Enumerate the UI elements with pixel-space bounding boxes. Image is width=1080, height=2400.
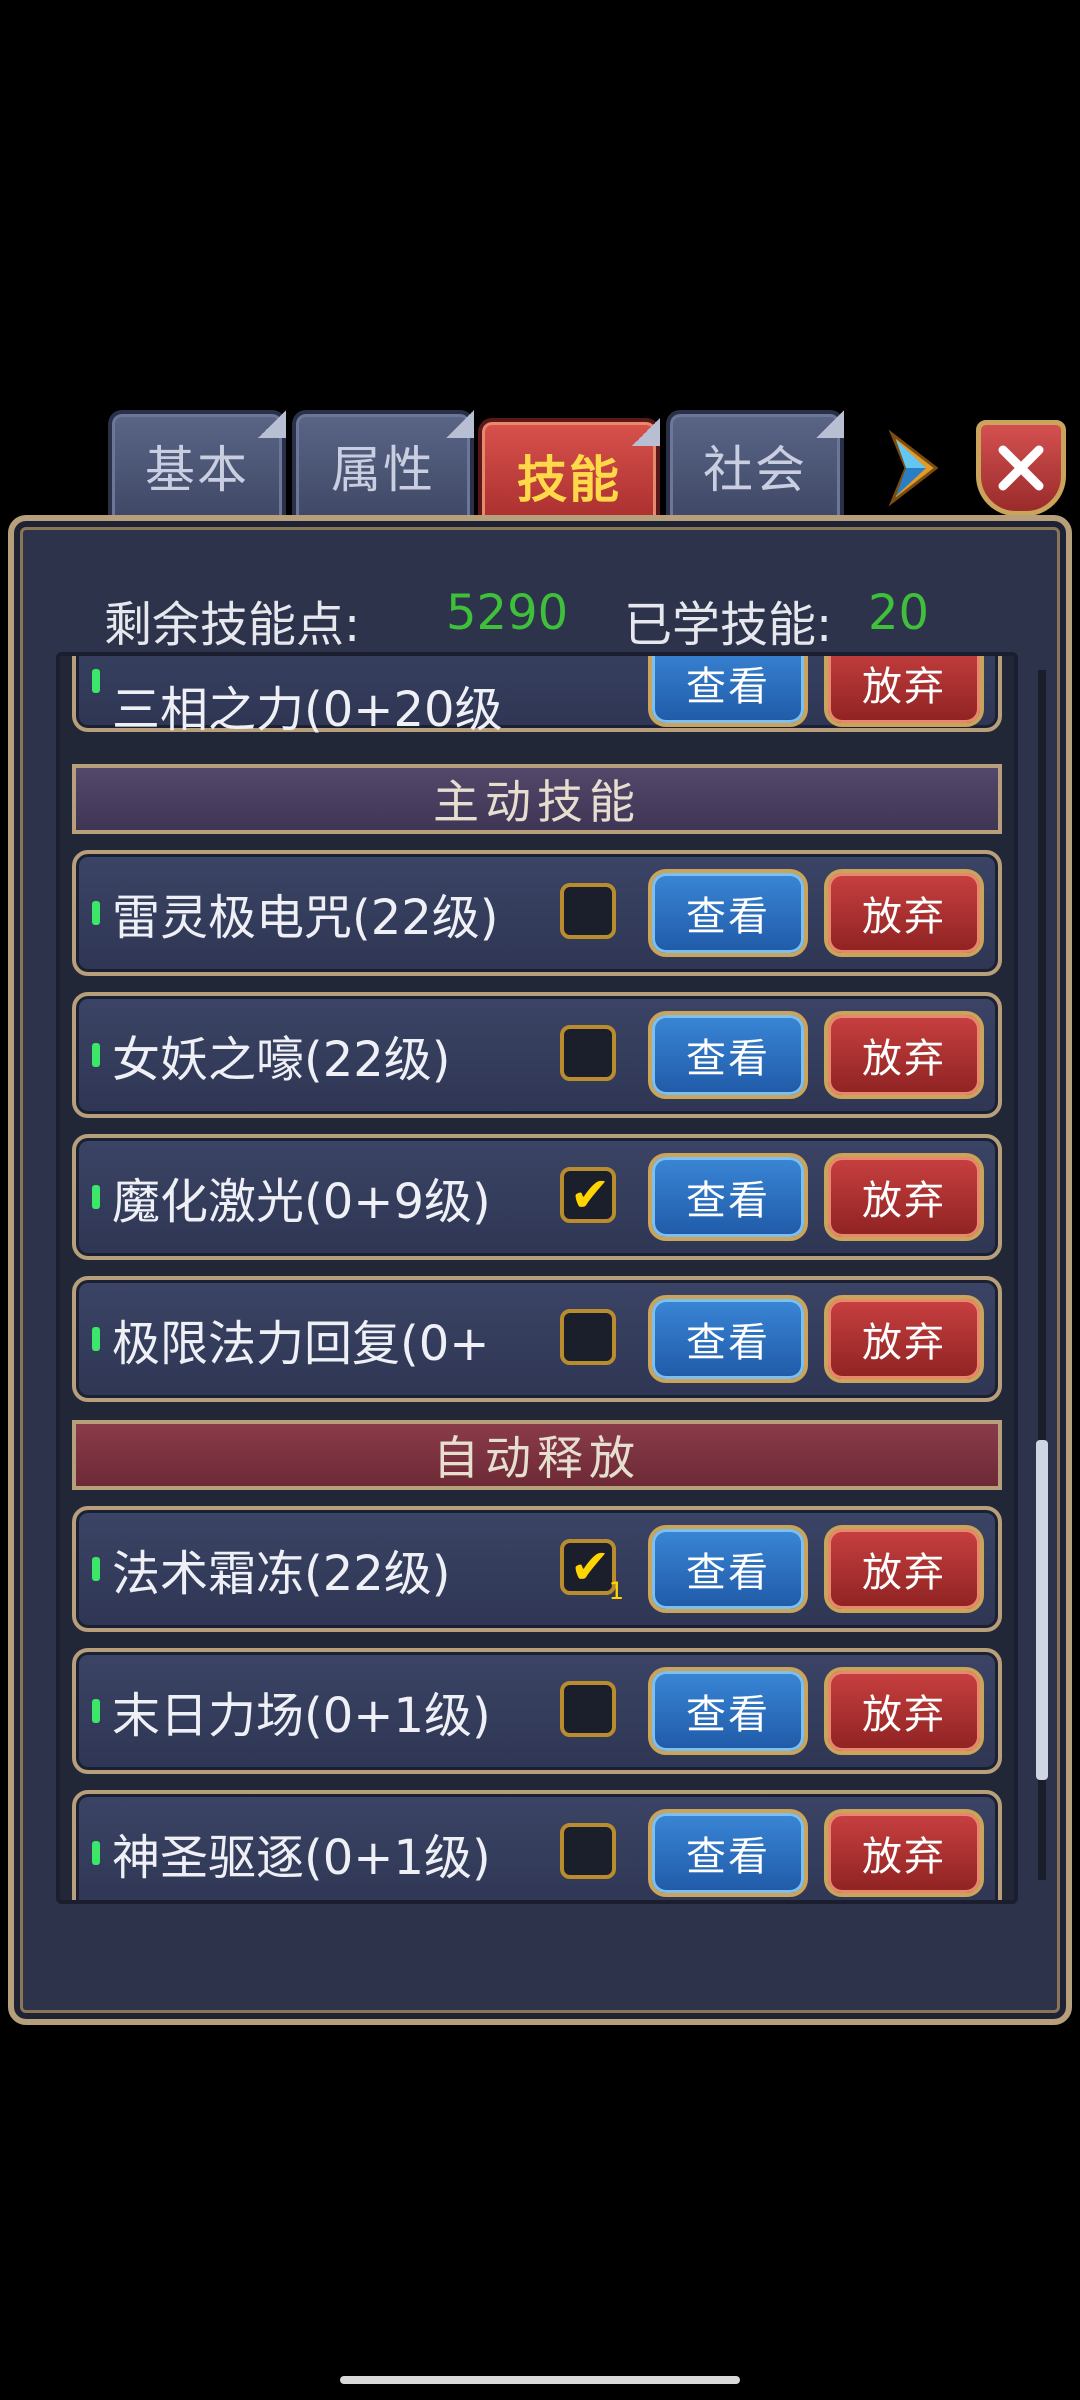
skill-name: 三相之力(0+20级	[112, 682, 503, 738]
view-button-label: 查看	[686, 894, 770, 940]
drop-button-label: 放弃	[862, 1320, 946, 1366]
drop-button[interactable]: 放弃	[824, 656, 984, 727]
status-dot	[92, 1557, 100, 1581]
drop-button-label: 放弃	[862, 664, 946, 710]
tab-attributes-label: 属性	[331, 441, 435, 499]
tab-social-label: 社会	[703, 441, 807, 499]
view-button-label: 查看	[686, 664, 770, 710]
view-button-label: 查看	[686, 1834, 770, 1880]
remaining-points-value: 5290	[446, 585, 569, 641]
drop-button-label: 放弃	[862, 1834, 946, 1880]
tab-corner	[258, 410, 286, 438]
skill-row: 魔化激光(0+9级) ✔ 查看 放弃	[72, 1134, 1002, 1260]
skill-row: 末日力场(0+1级) 查看 放弃	[72, 1648, 1002, 1774]
view-button[interactable]: 查看	[648, 1011, 808, 1099]
skill-row: 极限法力回复(0+ 查看 放弃	[72, 1276, 1002, 1402]
view-button-label: 查看	[686, 1550, 770, 1596]
view-button[interactable]: 查看	[648, 869, 808, 957]
tab-basic-label: 基本	[145, 441, 249, 499]
skill-checkbox[interactable]	[560, 1823, 616, 1879]
skill-name: 雷灵极电咒(22级)	[112, 890, 499, 946]
skill-name: 法术霜冻(22级)	[112, 1546, 451, 1602]
drop-button-label: 放弃	[862, 1550, 946, 1596]
section-title: 自动释放	[433, 1431, 641, 1485]
view-button[interactable]: 查看	[648, 656, 808, 727]
section-title: 主动技能	[433, 775, 641, 829]
skill-name: 神圣驱逐(0+1级)	[112, 1830, 491, 1886]
view-button-label: 查看	[686, 1036, 770, 1082]
skill-checkbox[interactable]	[560, 1309, 616, 1365]
tab-skills-label: 技能	[517, 451, 621, 509]
drop-button[interactable]: 放弃	[824, 1667, 984, 1755]
tab-corner	[816, 410, 844, 438]
tab-basic[interactable]: 基本	[108, 410, 286, 522]
drop-button-label: 放弃	[862, 894, 946, 940]
status-dot	[92, 1043, 100, 1067]
section-active-skills: 主动技能	[72, 764, 1002, 834]
view-button[interactable]: 查看	[648, 1667, 808, 1755]
skill-checkbox[interactable]: ✔ 1	[560, 1539, 624, 1605]
status-dot	[92, 901, 100, 925]
skill-row: 法术霜冻(22级) ✔ 1 查看 放弃	[72, 1506, 1002, 1632]
skill-checkbox[interactable]: ✔	[560, 1167, 616, 1223]
close-icon	[998, 445, 1044, 491]
view-button-label: 查看	[686, 1178, 770, 1224]
home-indicator[interactable]	[340, 2376, 740, 2384]
drop-button[interactable]: 放弃	[824, 869, 984, 957]
learned-skills-label: 已学技能:	[624, 597, 833, 653]
skill-name: 末日力场(0+1级)	[112, 1688, 491, 1744]
tab-social[interactable]: 社会	[666, 410, 844, 522]
remaining-points-label: 剩余技能点:	[104, 597, 361, 653]
skill-name: 极限法力回复(0+	[112, 1316, 490, 1372]
tab-attributes[interactable]: 属性	[292, 410, 474, 522]
skill-name: 魔化激光(0+9级)	[112, 1174, 491, 1230]
skill-checkbox[interactable]	[560, 883, 616, 939]
status-dot	[92, 669, 100, 693]
skill-checkbox[interactable]	[560, 1025, 616, 1081]
view-button[interactable]: 查看	[648, 1153, 808, 1241]
learned-skills-value: 20	[868, 585, 930, 641]
view-button-label: 查看	[686, 1692, 770, 1738]
drop-button[interactable]: 放弃	[824, 1809, 984, 1897]
skill-row: 神圣驱逐(0+1级) 查看 放弃	[72, 1790, 1002, 1900]
section-auto-cast: 自动释放	[72, 1420, 1002, 1490]
close-button[interactable]	[976, 420, 1066, 516]
scrollbar-thumb[interactable]	[1036, 1440, 1048, 1780]
drop-button[interactable]: 放弃	[824, 1011, 984, 1099]
drop-button[interactable]: 放弃	[824, 1295, 984, 1383]
drop-button-label: 放弃	[862, 1036, 946, 1082]
status-dot	[92, 1327, 100, 1351]
drop-button[interactable]: 放弃	[824, 1153, 984, 1241]
skill-name: 女妖之嚎(22级)	[112, 1032, 451, 1088]
drop-button-label: 放弃	[862, 1178, 946, 1224]
tab-corner	[632, 418, 660, 446]
diamond-arrow-icon[interactable]	[884, 430, 944, 506]
auto-order-number: 1	[608, 1577, 624, 1605]
skill-row: 三相之力(0+20级 查看 放弃	[72, 656, 1002, 738]
status-dot	[92, 1699, 100, 1723]
drop-button-label: 放弃	[862, 1692, 946, 1738]
view-button[interactable]: 查看	[648, 1525, 808, 1613]
skill-row: 雷灵极电咒(22级) 查看 放弃	[72, 850, 1002, 976]
skill-list[interactable]: 三相之力(0+20级 查看 放弃 主动技能 雷灵极电咒(22级) 查看 放弃 女…	[56, 652, 1018, 1904]
checkmark-icon: ✔	[570, 1539, 611, 1595]
view-button-label: 查看	[686, 1320, 770, 1366]
skill-checkbox[interactable]	[560, 1681, 616, 1737]
skill-row: 女妖之嚎(22级) 查看 放弃	[72, 992, 1002, 1118]
view-button[interactable]: 查看	[648, 1809, 808, 1897]
status-dot	[92, 1841, 100, 1865]
checkmark-icon: ✔	[570, 1167, 611, 1223]
view-button[interactable]: 查看	[648, 1295, 808, 1383]
status-dot	[92, 1185, 100, 1209]
tab-corner	[446, 410, 474, 438]
drop-button[interactable]: 放弃	[824, 1525, 984, 1613]
